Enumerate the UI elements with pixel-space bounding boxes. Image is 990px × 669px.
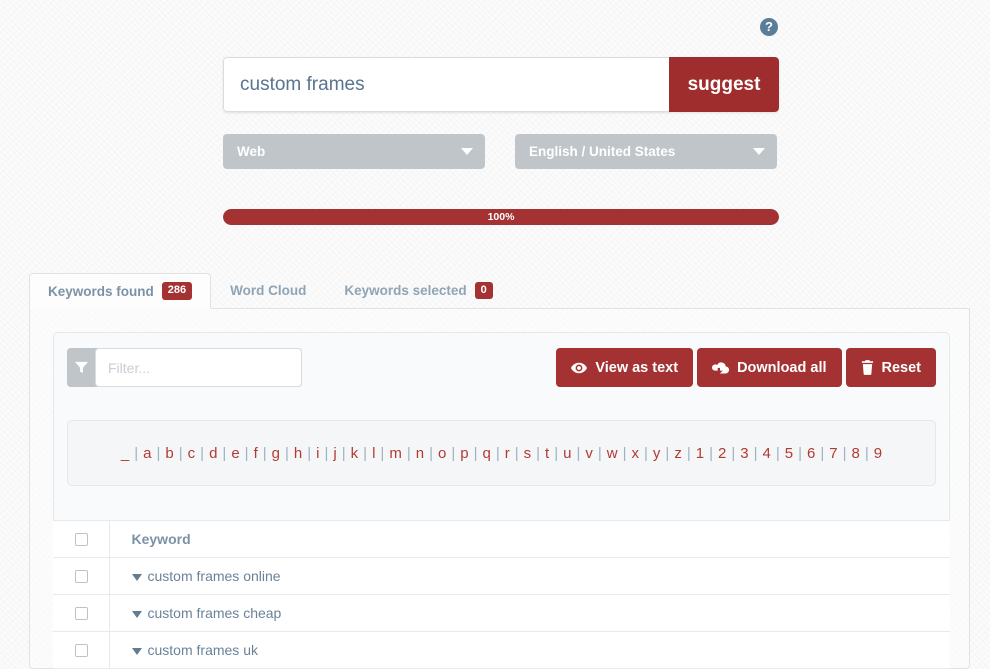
search-input[interactable]	[223, 57, 669, 112]
filter-input[interactable]	[95, 348, 302, 387]
keyword-cell: custom frames online	[109, 557, 950, 595]
alphabet-link-_[interactable]: _	[116, 445, 134, 462]
language-value: English / United States	[529, 144, 676, 159]
search-type-value: Web	[237, 144, 266, 159]
row-checkbox[interactable]	[74, 569, 88, 583]
search-type-select[interactable]: Web	[223, 134, 485, 169]
cloud-download-icon	[712, 361, 730, 374]
keyword-label: custom frames uk	[147, 642, 258, 658]
button-label: View as text	[595, 359, 679, 376]
keyword-cell: custom frames uk	[109, 631, 950, 669]
alphabet-link-k[interactable]: k	[346, 445, 364, 462]
select-all-checkbox[interactable]	[74, 532, 88, 546]
trash-icon	[861, 360, 874, 375]
tab-word-cloud[interactable]: Word Cloud	[211, 273, 325, 308]
alphabet-link-z[interactable]: z	[669, 445, 687, 462]
alphabet-link-t[interactable]: t	[540, 445, 554, 462]
action-button-group: View as text Download all Reset	[556, 348, 936, 387]
tab-bar: Keywords found 286 Word Cloud Keywords s…	[29, 273, 970, 309]
table-row[interactable]: custom frames online	[53, 557, 950, 595]
view-as-text-button[interactable]: View as text	[556, 348, 694, 387]
alphabet-link-i[interactable]: i	[311, 445, 324, 462]
alphabet-link-o[interactable]: o	[433, 445, 451, 462]
progress-bar: 100%	[223, 209, 779, 225]
tab-keywords-selected[interactable]: Keywords selected 0	[325, 273, 511, 308]
alphabet-link-1[interactable]: 1	[691, 445, 709, 462]
alphabet-link-v[interactable]: v	[580, 445, 598, 462]
download-all-button[interactable]: Download all	[697, 348, 842, 387]
alphabet-link-e[interactable]: e	[226, 445, 244, 462]
tab-label: Keywords found	[48, 283, 154, 299]
keywords-toolbar: View as text Download all Reset	[67, 348, 936, 387]
chevron-down-icon	[461, 148, 473, 155]
search-form: suggest	[223, 57, 779, 112]
keyword-label: custom frames online	[147, 568, 281, 584]
alphabet-link-2[interactable]: 2	[713, 445, 731, 462]
select-all-cell	[53, 520, 110, 558]
column-header-keyword: Keyword	[109, 520, 950, 558]
alphabet-link-h[interactable]: h	[289, 445, 307, 462]
alphabet-link-n[interactable]: n	[411, 445, 429, 462]
keywords-table: Keyword custom frames online custom frame…	[53, 520, 950, 669]
suggest-button[interactable]: suggest	[669, 57, 779, 112]
row-checkbox[interactable]	[74, 606, 88, 620]
alphabet-link-l[interactable]: l	[367, 445, 380, 462]
reset-button[interactable]: Reset	[845, 348, 936, 387]
eye-icon	[571, 362, 588, 374]
chevron-down-icon	[753, 148, 765, 155]
status-badge: 286	[161, 282, 193, 300]
alphabet-link-j[interactable]: j	[328, 445, 341, 462]
table-row[interactable]: custom frames uk	[53, 631, 950, 669]
alphabet-link-u[interactable]: u	[558, 445, 576, 462]
row-select-cell	[53, 594, 110, 632]
alphabet-link-q[interactable]: q	[477, 445, 495, 462]
progress-bar-fill: 100%	[223, 209, 779, 225]
alphabet-link-5[interactable]: 5	[780, 445, 798, 462]
alphabet-link-r[interactable]: r	[500, 445, 515, 462]
alphabet-link-a[interactable]: a	[138, 445, 156, 462]
alphabet-link-7[interactable]: 7	[824, 445, 842, 462]
tab-label: Keywords selected	[344, 283, 467, 298]
alphabet-link-6[interactable]: 6	[802, 445, 820, 462]
chevron-down-icon[interactable]	[131, 610, 142, 618]
keyword-label: custom frames cheap	[147, 605, 282, 621]
alphabet-link-4[interactable]: 4	[757, 445, 775, 462]
alphabet-link-3[interactable]: 3	[735, 445, 753, 462]
alphabet-link-y[interactable]: y	[648, 445, 666, 462]
funnel-icon	[67, 348, 95, 387]
alphabet-link-w[interactable]: w	[602, 445, 623, 462]
tab-label: Word Cloud	[230, 283, 307, 298]
alphabet-link-s[interactable]: s	[519, 445, 537, 462]
button-label: Reset	[881, 359, 922, 376]
alphabet-link-9[interactable]: 9	[869, 445, 887, 462]
alphabet-link-p[interactable]: p	[455, 445, 473, 462]
alphabet-link-b[interactable]: b	[160, 445, 178, 462]
alphabet-link-8[interactable]: 8	[846, 445, 864, 462]
alphabet-filter-strip: _ | a | b | c | d | e | f | g | h | i | j | k | l | m | n | o | p | q | r | s |…	[67, 420, 936, 486]
alphabet-link-x[interactable]: x	[627, 445, 645, 462]
alphabet-link-f[interactable]: f	[249, 445, 263, 462]
table-row[interactable]: custom frames cheap	[53, 594, 950, 632]
alphabet-link-g[interactable]: g	[267, 445, 285, 462]
row-select-cell	[53, 557, 110, 595]
keyword-cell: custom frames cheap	[109, 594, 950, 632]
alphabet-link-d[interactable]: d	[204, 445, 222, 462]
tab-keywords-found[interactable]: Keywords found 286	[29, 273, 212, 309]
help-icon[interactable]: ?	[760, 18, 778, 36]
button-label: Download all	[737, 359, 827, 376]
table-header-row: Keyword	[53, 520, 950, 558]
language-select[interactable]: English / United States	[515, 134, 777, 169]
row-select-cell	[53, 631, 110, 669]
alphabet-link-m[interactable]: m	[384, 445, 407, 462]
status-badge: 0	[474, 281, 493, 300]
filter-group	[67, 348, 302, 387]
chevron-down-icon[interactable]	[131, 573, 142, 581]
row-checkbox[interactable]	[74, 643, 88, 657]
alphabet-link-c[interactable]: c	[183, 445, 201, 462]
